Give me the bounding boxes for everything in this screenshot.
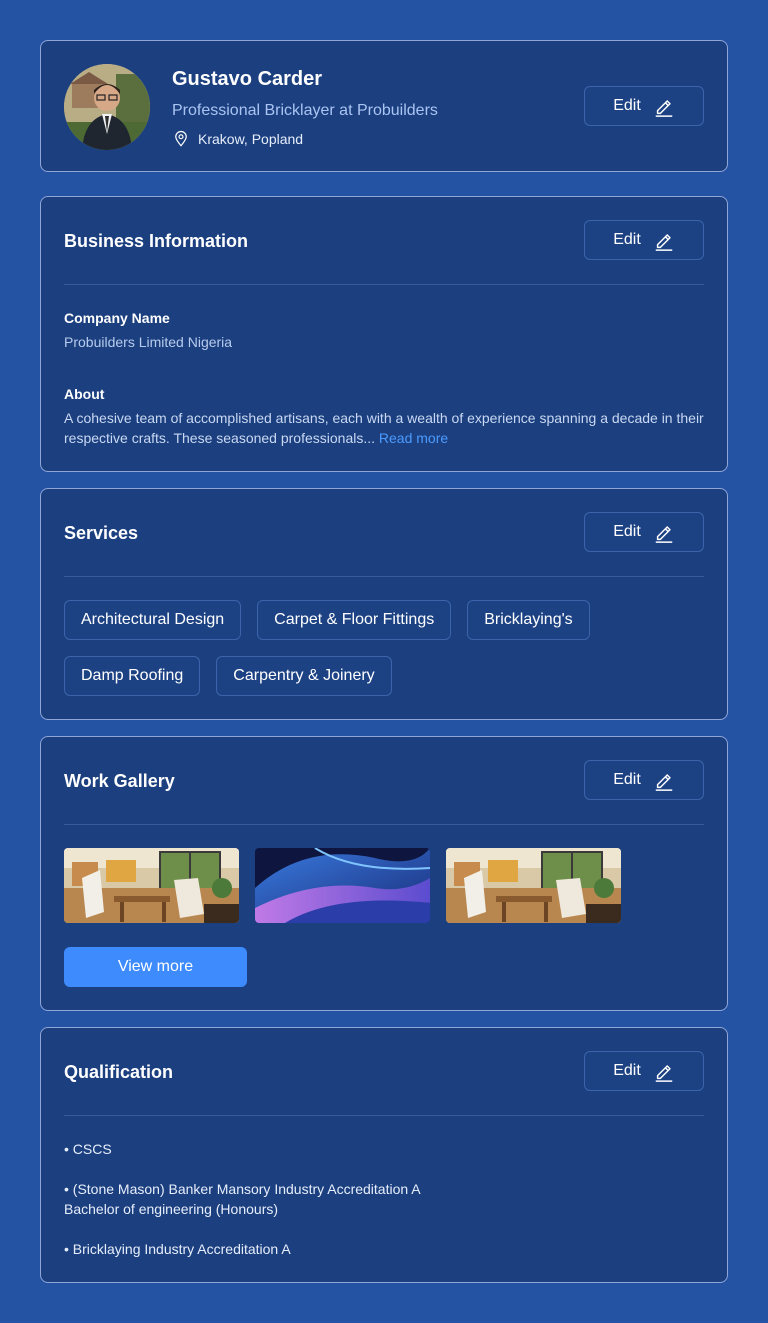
edit-gallery-button[interactable]: Edit: [584, 760, 704, 800]
pencil-icon: [655, 1065, 673, 1082]
edit-label: Edit: [613, 1062, 641, 1079]
service-chip[interactable]: Carpet & Floor Fittings: [257, 600, 452, 640]
pencil-icon: [655, 526, 673, 543]
edit-business-button[interactable]: Edit: [584, 220, 704, 260]
about-label: About: [64, 386, 105, 402]
pencil-icon: [655, 774, 673, 791]
view-more-button[interactable]: View more: [64, 947, 247, 987]
edit-qualification-button[interactable]: Edit: [584, 1051, 704, 1091]
gallery-thumbnails: [64, 848, 621, 923]
edit-profile-button[interactable]: Edit: [584, 86, 704, 126]
service-chip[interactable]: Carpentry & Joinery: [216, 656, 392, 696]
gallery-image-studio[interactable]: [64, 848, 239, 923]
services-card: Services Edit Architectural Design Carpe…: [40, 488, 728, 720]
service-chip[interactable]: Architectural Design: [64, 600, 242, 640]
gallery-image-abstract[interactable]: [255, 848, 430, 923]
divider: [64, 284, 704, 285]
edit-label: Edit: [613, 97, 641, 114]
service-chip[interactable]: Damp Roofing: [64, 656, 201, 696]
divider: [64, 576, 704, 577]
qualification-item: • CSCS: [64, 1141, 112, 1157]
qualification-item: • Bricklaying Industry Accreditation A: [64, 1241, 291, 1257]
gallery-image-studio-2[interactable]: [446, 848, 621, 923]
read-more-link[interactable]: Read more: [379, 430, 448, 446]
location-pin-icon: [175, 130, 187, 147]
location-text: Krakow, Popland: [198, 131, 304, 147]
profile-location: Krakow, Popland: [172, 130, 303, 148]
work-gallery-card: Work Gallery Edit View more: [40, 736, 728, 1011]
pencil-icon: [655, 100, 673, 117]
business-title: Business Information: [64, 231, 249, 251]
profile-role: Professional Bricklayer at Probuilders: [172, 102, 438, 119]
company-name-value: Probuilders Limited Nigeria: [64, 334, 233, 350]
pencil-icon: [655, 234, 673, 251]
edit-label: Edit: [613, 523, 641, 540]
profile-name: Gustavo Carder: [172, 68, 323, 90]
edit-services-button[interactable]: Edit: [584, 512, 704, 552]
edit-label: Edit: [613, 231, 641, 248]
qualification-item-continued: Bachelor of engineering (Honours): [64, 1201, 279, 1217]
services-chip-list: Architectural Design Carpet & Floor Fitt…: [64, 600, 704, 696]
company-name-label: Company Name: [64, 310, 170, 326]
profile-card: Gustavo Carder Professional Bricklayer a…: [40, 40, 728, 172]
divider: [64, 824, 704, 825]
avatar: [64, 64, 150, 150]
qualification-title: Qualification: [64, 1062, 174, 1082]
services-title: Services: [64, 523, 139, 543]
gallery-title: Work Gallery: [64, 771, 175, 791]
edit-label: Edit: [613, 771, 641, 788]
service-chip[interactable]: Bricklaying's: [467, 600, 590, 640]
about-text: A cohesive team of accomplished artisans…: [64, 408, 709, 448]
qualification-card: Qualification Edit • CSCS • (Stone Mason…: [40, 1027, 728, 1283]
qualification-item: • (Stone Mason) Banker Mansory Industry …: [64, 1181, 421, 1197]
business-information-card: Business Information Edit Company Name P…: [40, 196, 728, 472]
divider: [64, 1115, 704, 1116]
